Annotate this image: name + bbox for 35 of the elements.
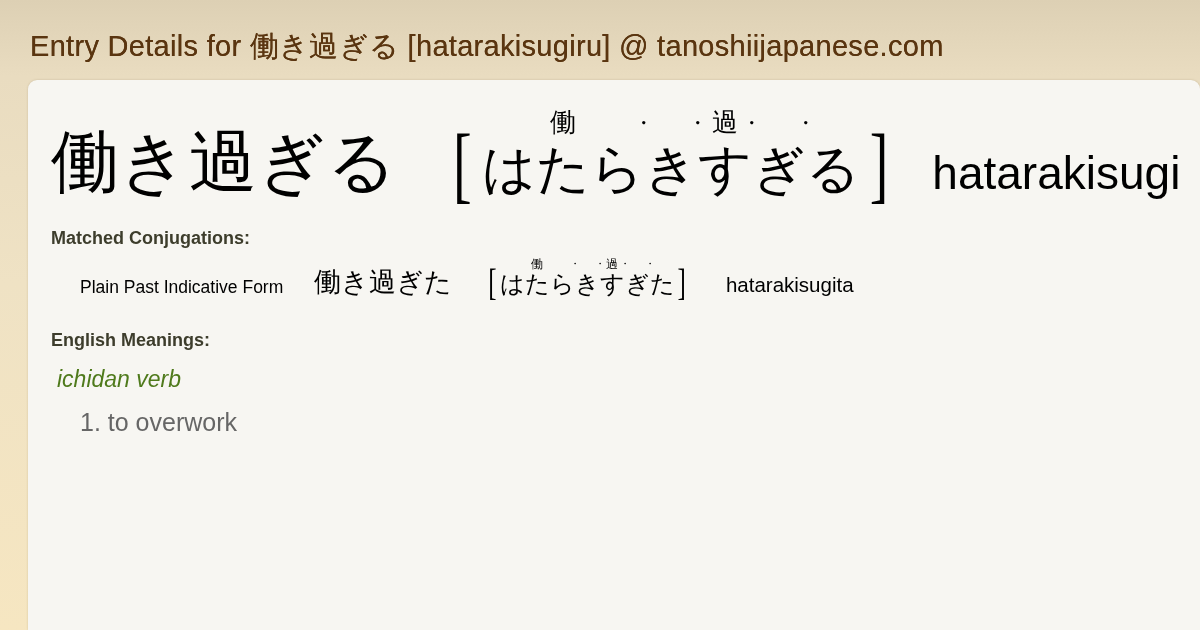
ruby-separator: ・ xyxy=(795,110,817,136)
reading-kana: た xyxy=(649,272,675,296)
romaji: hatarakisugita xyxy=(725,274,854,295)
ruby-separator: ・ xyxy=(594,257,605,271)
reading-kana: ぎ xyxy=(751,143,806,196)
furigana: 働 xyxy=(531,257,544,271)
furigana: 過 xyxy=(711,108,738,137)
furigana: 過 xyxy=(606,257,619,271)
reading-kana: き xyxy=(643,143,698,196)
reading-kana: はたら xyxy=(499,272,575,296)
ruby-separator: ・ xyxy=(633,110,655,136)
reading-bracket: [ xyxy=(453,122,472,206)
part-of-speech: ichidan verb xyxy=(57,366,182,392)
conjugated-word: 働き過ぎた xyxy=(314,269,453,296)
reading-bracket: ] xyxy=(677,263,686,301)
ruby-separator: ・ xyxy=(687,110,709,136)
meaning-text: 1. to overwork xyxy=(80,408,237,436)
ruby-separator: ・ xyxy=(644,257,655,271)
reading-bracket: [ xyxy=(488,263,497,301)
reading-kana: き xyxy=(574,272,600,296)
ruby-separator: ・ xyxy=(619,257,630,271)
reading-kana: ぎ xyxy=(624,272,650,296)
section-heading: English Meanings: xyxy=(51,330,210,350)
ruby-separator: ・ xyxy=(569,257,580,271)
headword: 働き過ぎる xyxy=(51,128,397,196)
furigana: 働 xyxy=(549,108,576,137)
reading-kana: る xyxy=(805,143,860,196)
reading-bracket: ] xyxy=(869,122,889,206)
page-title: Entry Details for 働き過ぎる [hatarakisugiru] @ tanoshiijapanese.com xyxy=(30,29,944,64)
conjugation-form: Plain Past Indicative Form xyxy=(80,278,284,296)
ruby-separator: ・ xyxy=(741,110,763,136)
reading-kana: はたら xyxy=(481,143,644,196)
reading-kana: す xyxy=(599,272,625,296)
reading-kana: す xyxy=(697,143,752,196)
section-heading: Matched Conjugations: xyxy=(51,228,250,248)
